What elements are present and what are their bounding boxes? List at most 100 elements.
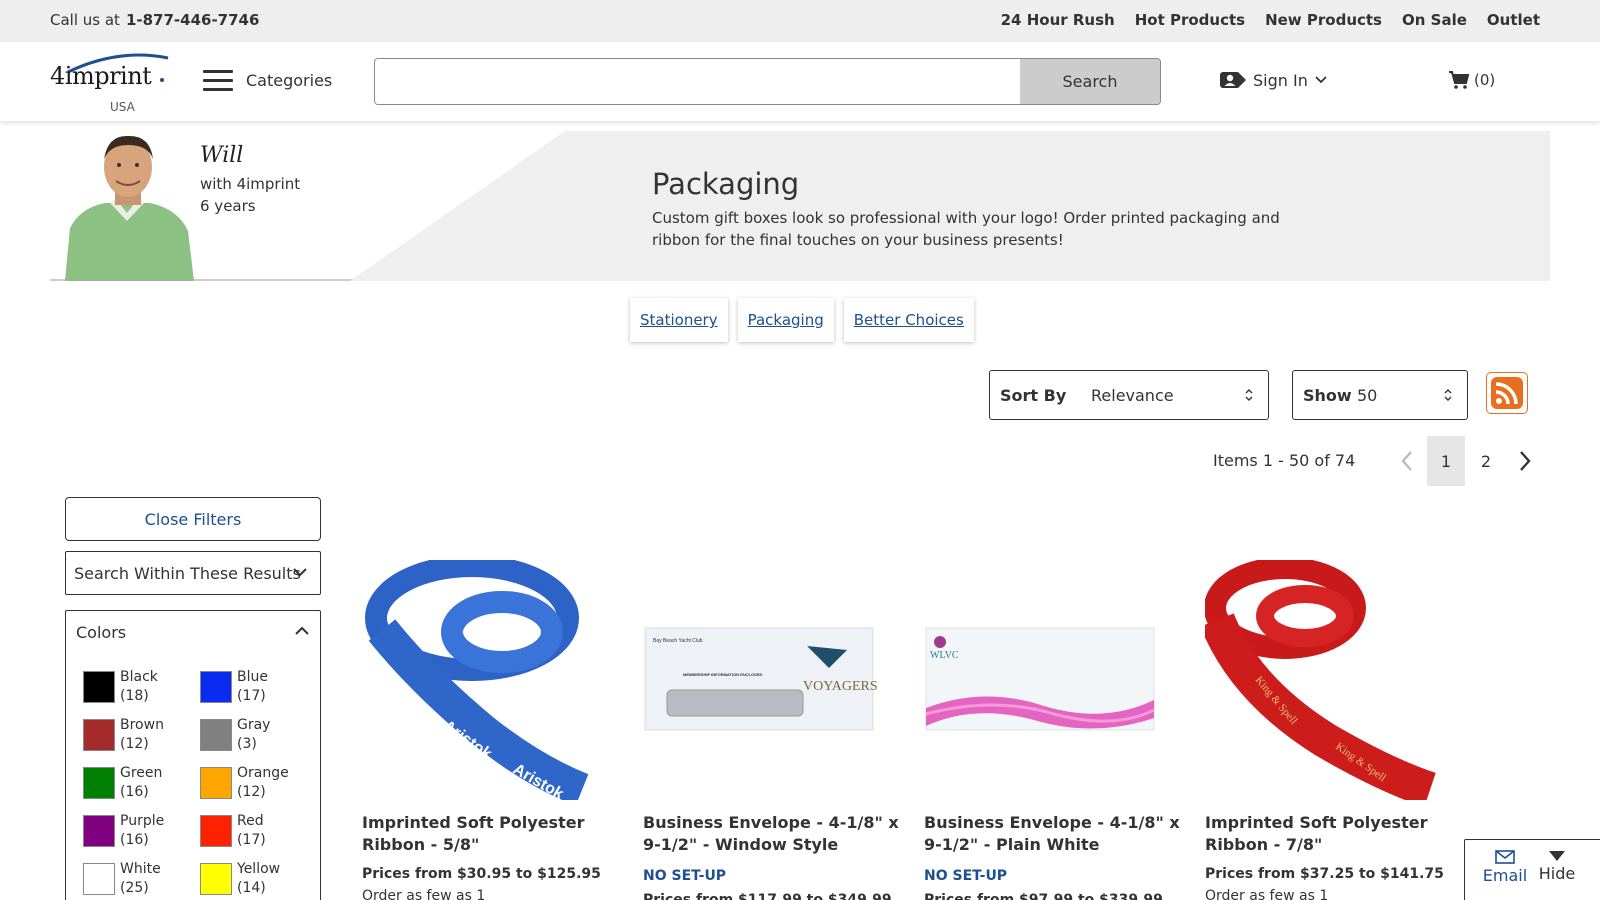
rss-feed-button[interactable] — [1486, 372, 1528, 414]
product-name[interactable]: Imprinted Soft Polyester Ribbon - 7/8" — [1205, 812, 1465, 856]
colors-title: Colors — [76, 623, 127, 642]
email-button[interactable]: Email — [1475, 850, 1535, 885]
product-min-order: Order as few as 1 — [1205, 888, 1329, 900]
color-count: (25) — [120, 880, 149, 896]
product-name[interactable]: Imprinted Soft Polyester Ribbon - 5/8" — [362, 812, 622, 856]
main-header: 4imprint USA Categories Search Sign In (… — [0, 42, 1600, 121]
phone-contact: Call us at 1-877-446-7746 — [50, 11, 259, 29]
color-count: (14) — [237, 880, 266, 896]
expert-tenure: 6 years — [200, 197, 256, 215]
close-filters-button[interactable]: Close Filters — [65, 497, 321, 541]
phone-number[interactable]: 1-877-446-7746 — [126, 11, 259, 29]
envelope-sender: Bay Beach Yacht Club — [653, 638, 703, 644]
product-name[interactable]: Business Envelope - 4-1/8" x 9-1/2" - Pl… — [924, 812, 1184, 856]
color-swatch — [83, 719, 115, 751]
utility-links: 24 Hour Rush Hot Products New Products O… — [1001, 11, 1540, 29]
product-image[interactable]: WLVC — [924, 560, 1184, 800]
categories-menu[interactable]: Categories — [246, 71, 332, 90]
color-option-purple[interactable]: Purple (16) — [83, 813, 193, 853]
no-setup-badge: NO SET-UP — [924, 868, 1008, 884]
email-label: Email — [1482, 866, 1528, 885]
product-image[interactable]: King & Spell King & Spell — [1205, 560, 1465, 800]
chevron-left-icon — [1401, 451, 1412, 471]
next-page-button[interactable] — [1506, 436, 1544, 486]
color-option-black[interactable]: Black (18) — [83, 669, 193, 709]
page-2[interactable]: 2 — [1467, 436, 1505, 486]
account-icon — [1220, 72, 1246, 88]
color-name: Blue — [237, 669, 268, 685]
color-swatch — [200, 815, 232, 847]
pagination: 1 2 — [1388, 436, 1544, 486]
color-option-white[interactable]: White (25) — [83, 861, 193, 900]
color-option-red[interactable]: Red (17) — [200, 813, 310, 853]
show-count-select[interactable]: Show 50 — [1292, 370, 1468, 420]
banner-background — [350, 131, 1550, 281]
color-option-brown[interactable]: Brown (12) — [83, 717, 193, 757]
color-swatch — [200, 767, 232, 799]
sign-in-menu[interactable]: Sign In — [1219, 69, 1328, 91]
link-hot-products[interactable]: Hot Products — [1135, 11, 1245, 29]
show-value: 50 — [1357, 386, 1378, 405]
color-option-gray[interactable]: Gray (3) — [200, 717, 310, 757]
expert-photo — [65, 135, 194, 281]
cart-icon — [1449, 71, 1470, 89]
page-title: Packaging — [652, 167, 800, 201]
hide-label: Hide — [1538, 864, 1576, 883]
search-button[interactable]: Search — [1020, 59, 1160, 104]
color-name: Red — [237, 813, 264, 829]
color-option-yellow[interactable]: Yellow (14) — [200, 861, 310, 900]
logo-wordmark: 4imprint — [50, 62, 152, 90]
colors-filter: Colors Black (18) Blue (17) Brown (12) G… — [65, 610, 321, 900]
link-new-products[interactable]: New Products — [1265, 11, 1382, 29]
color-count: (3) — [237, 736, 257, 752]
items-count: Items 1 - 50 of 74 — [1213, 451, 1356, 470]
product-image[interactable]: Bay Beach Yacht Club MEMBERSHIP INFORMAT… — [643, 560, 903, 800]
product-min-order: Order as few as 1 — [362, 888, 486, 900]
page-description: Custom gift boxes look so professional w… — [652, 209, 1280, 249]
color-option-green[interactable]: Green (16) — [83, 765, 193, 805]
color-swatch — [83, 815, 115, 847]
color-count: (17) — [237, 832, 266, 848]
chip-stationery[interactable]: Stationery — [630, 298, 728, 342]
cart-link[interactable]: (0) — [1448, 70, 1495, 90]
chip-packaging[interactable]: Packaging — [737, 298, 834, 342]
site-logo[interactable]: 4imprint USA — [48, 50, 172, 114]
color-name: Purple — [120, 813, 165, 829]
chevron-right-icon — [1520, 451, 1531, 471]
color-swatch — [200, 719, 232, 751]
expert-company: with 4imprint — [200, 175, 301, 193]
logo-region: USA — [110, 100, 135, 114]
color-name: Green — [120, 765, 163, 781]
prev-page-button[interactable] — [1388, 436, 1426, 486]
link-outlet[interactable]: Outlet — [1487, 11, 1540, 29]
color-count: (16) — [120, 784, 149, 800]
chip-better-choices[interactable]: Better Choices — [843, 298, 974, 342]
product-image[interactable]: Aristok Aristok Aristok — [362, 560, 622, 800]
link-on-sale[interactable]: On Sale — [1402, 11, 1467, 29]
envelope-icon — [1495, 850, 1515, 864]
product-name[interactable]: Business Envelope - 4-1/8" x 9-1/2" - Wi… — [643, 812, 903, 856]
search-input[interactable] — [375, 59, 1020, 104]
no-setup-badge: NO SET-UP — [643, 868, 727, 884]
page-1[interactable]: 1 — [1427, 436, 1465, 486]
sort-by-select[interactable]: Sort By Relevance — [989, 370, 1269, 420]
color-name: Yellow — [237, 861, 281, 877]
search-bar: Search — [374, 58, 1161, 105]
select-arrows-icon — [1245, 389, 1253, 401]
color-option-orange[interactable]: Orange (12) — [200, 765, 310, 805]
color-option-blue[interactable]: Blue (17) — [200, 669, 310, 709]
link-24-hour-rush[interactable]: 24 Hour Rush — [1001, 11, 1115, 29]
sign-in-label: Sign In — [1253, 70, 1308, 90]
color-name: Black — [120, 669, 158, 685]
product-price: Prices from $37.25 to $141.75 — [1205, 866, 1444, 882]
color-name: Orange — [237, 765, 289, 781]
color-swatch — [83, 767, 115, 799]
menu-icon[interactable] — [203, 70, 233, 92]
hide-button[interactable]: Hide — [1537, 850, 1577, 883]
search-within-label: Search Within These Results — [74, 563, 301, 583]
product-price: Prices from $30.95 to $125.95 — [362, 866, 601, 882]
product-price: Prices from $97.99 to $339.99 — [924, 892, 1163, 900]
search-within-results[interactable]: Search Within These Results — [65, 551, 321, 595]
product-price: Prices from $117.99 to $349.99 — [643, 892, 892, 900]
chevron-up-icon[interactable] — [294, 625, 310, 637]
